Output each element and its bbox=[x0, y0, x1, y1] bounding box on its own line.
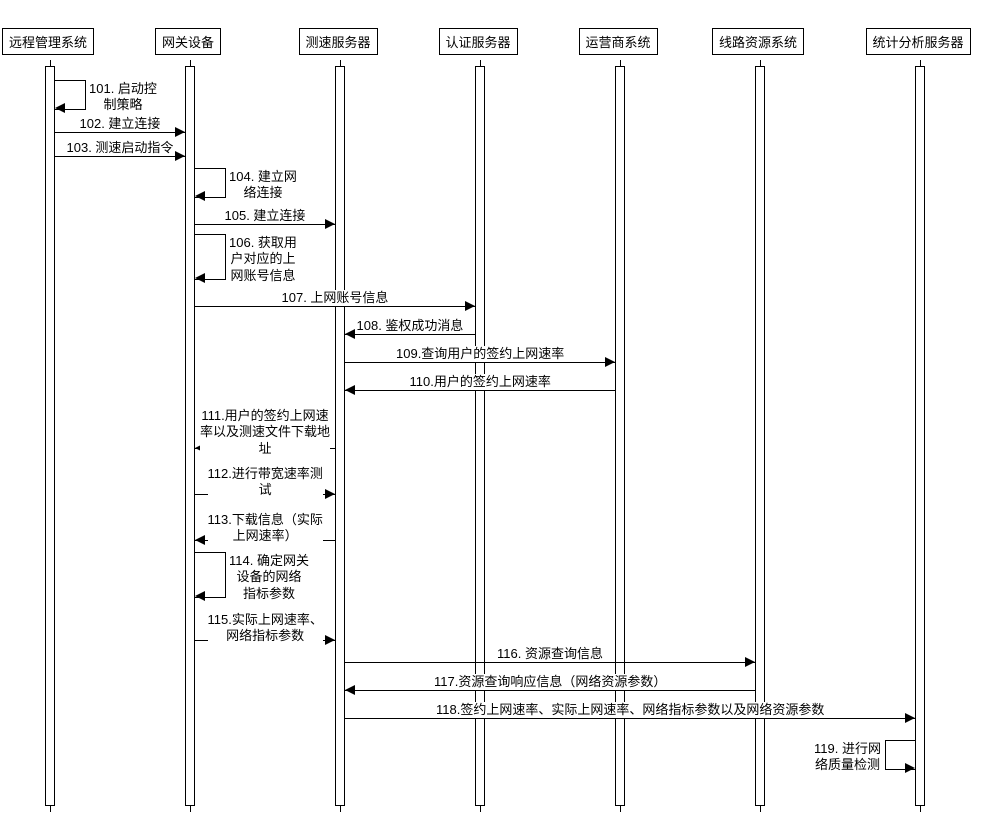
arrowhead-icon bbox=[345, 329, 355, 339]
arrowhead-icon bbox=[195, 591, 205, 601]
msg-label: 110.用户的签约上网速率 bbox=[410, 374, 551, 390]
arrowhead-icon bbox=[905, 713, 915, 723]
activation-bar bbox=[185, 66, 195, 806]
arrowhead-icon bbox=[175, 127, 185, 137]
participant-box: 统计分析服务器 bbox=[866, 28, 971, 55]
arrowhead-icon bbox=[605, 357, 615, 367]
msg-label: 116. 资源查询信息 bbox=[497, 646, 603, 662]
self-msg-label: 114. 确定网关设备的网络指标参数 bbox=[229, 553, 309, 602]
msg-label: 108. 鉴权成功消息 bbox=[357, 318, 464, 334]
participant-box: 运营商系统 bbox=[579, 28, 658, 55]
arrowhead-icon bbox=[465, 301, 475, 311]
msg-label: 118.签约上网速率、实际上网速率、网络指标参数以及网络资源参数 bbox=[436, 702, 824, 718]
self-msg-label: 119. 进行网络质量检测 bbox=[814, 741, 881, 774]
self-msg-label: 104. 建立网络连接 bbox=[229, 169, 297, 202]
self-msg-label: 101. 启动控制策略 bbox=[89, 81, 157, 114]
arrowhead-icon bbox=[325, 489, 335, 499]
activation-bar bbox=[615, 66, 625, 806]
msg-label: 102. 建立连接 bbox=[80, 116, 161, 132]
activation-bar bbox=[45, 66, 55, 806]
activation-bar bbox=[755, 66, 765, 806]
arrowhead-icon bbox=[905, 763, 915, 773]
arrowhead-icon bbox=[325, 219, 335, 229]
participant-box: 远程管理系统 bbox=[2, 28, 94, 55]
self-msg-label: 106. 获取用户对应的上网账号信息 bbox=[229, 235, 297, 284]
msg-label: 117.资源查询响应信息（网络资源参数） bbox=[434, 674, 666, 690]
msg-label: 115.实际上网速率、网络指标参数 bbox=[208, 612, 323, 645]
participant-box: 网关设备 bbox=[155, 28, 221, 55]
msg-label: 107. 上网账号信息 bbox=[282, 290, 389, 306]
sequence-diagram: 远程管理系统 网关设备 测速服务器 认证服务器 运营商系统 线路资源系统 统计分析服务器 10… bbox=[0, 0, 1000, 822]
arrowhead-icon bbox=[745, 657, 755, 667]
arrowhead-icon bbox=[345, 385, 355, 395]
msg-label: 105. 建立连接 bbox=[225, 208, 306, 224]
arrowhead-icon bbox=[175, 151, 185, 161]
activation-bar bbox=[915, 66, 925, 806]
msg-label: 103. 测速启动指令 bbox=[67, 140, 174, 156]
arrowhead-icon bbox=[345, 685, 355, 695]
arrowhead-icon bbox=[195, 273, 205, 283]
arrowhead-icon bbox=[55, 103, 65, 113]
participant-box: 线路资源系统 bbox=[712, 28, 804, 55]
arrowhead-icon bbox=[195, 191, 205, 201]
activation-bar bbox=[475, 66, 485, 806]
msg-label: 111.用户的签约上网速率以及测速文件下载地址 bbox=[200, 408, 330, 457]
participant-box: 测速服务器 bbox=[299, 28, 378, 55]
msg-label: 109.查询用户的签约上网速率 bbox=[396, 346, 564, 362]
activation-bar bbox=[335, 66, 345, 806]
participant-box: 认证服务器 bbox=[439, 28, 518, 55]
msg-label: 113.下载信息（实际上网速率） bbox=[208, 512, 323, 545]
msg-label: 112.进行带宽速率测试 bbox=[208, 466, 323, 499]
arrowhead-icon bbox=[325, 635, 335, 645]
arrowhead-icon bbox=[195, 535, 205, 545]
